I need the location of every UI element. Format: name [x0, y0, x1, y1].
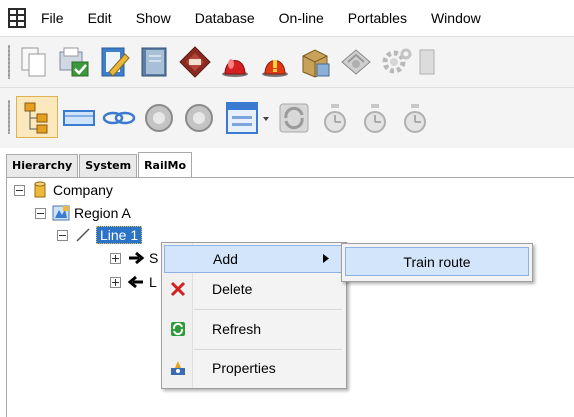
gear-icon[interactable]: [378, 44, 414, 80]
tree-node-child-2[interactable]: L: [110, 272, 157, 292]
rectangle-icon[interactable]: [61, 100, 97, 136]
dropdown-arrow-icon[interactable]: [260, 100, 272, 136]
context-menu-properties-label: Properties: [212, 360, 276, 376]
refresh-icon[interactable]: [276, 100, 312, 136]
tab-hierarchy[interactable]: Hierarchy: [6, 154, 79, 177]
context-menu-delete-label: Delete: [212, 281, 253, 297]
context-menu-properties[interactable]: Properties: [164, 354, 344, 382]
collapse-icon[interactable]: [14, 184, 25, 196]
menu-separator: [194, 309, 342, 310]
context-menu-refresh-label: Refresh: [212, 321, 262, 337]
menu-bar: File Edit Show Database On-line Portable…: [0, 0, 574, 36]
toolbar-grip[interactable]: [8, 100, 10, 134]
back-circle-icon[interactable]: [141, 100, 177, 136]
tree-label-region: Region A: [74, 205, 131, 221]
partial-icon[interactable]: [416, 44, 452, 80]
package-icon[interactable]: [297, 44, 333, 80]
tree-label-child-1: S: [149, 250, 159, 266]
add-icon: [167, 247, 191, 271]
menu-portables[interactable]: Portables: [347, 0, 408, 36]
collapse-icon[interactable]: [35, 207, 46, 219]
main-toolbar: [0, 36, 574, 87]
tab-railmo[interactable]: RailMo: [138, 152, 192, 178]
diamond-icon[interactable]: [177, 44, 213, 80]
menu-file[interactable]: File: [40, 0, 65, 36]
edit-document-icon[interactable]: [97, 44, 133, 80]
context-menu-refresh[interactable]: Refresh: [164, 315, 344, 343]
submenu-train-route-label: Train route: [403, 253, 471, 270]
line-segment-icon: [76, 228, 90, 242]
add-submenu: Train route: [341, 243, 533, 282]
submenu-train-route[interactable]: Train route: [345, 247, 529, 276]
tree-node-line[interactable]: Line 1: [57, 225, 143, 245]
link-icon[interactable]: [101, 100, 137, 136]
tab-system[interactable]: System: [79, 154, 138, 177]
submenu-arrow-icon: [323, 253, 329, 265]
forward-circle-icon[interactable]: [181, 100, 217, 136]
hierarchy-icon[interactable]: [16, 96, 58, 138]
clock-icon[interactable]: [357, 100, 393, 136]
clock-icon[interactable]: [317, 100, 353, 136]
tree-label-line: Line 1: [96, 226, 143, 244]
form-window-icon[interactable]: [224, 100, 260, 136]
menu-edit[interactable]: Edit: [87, 0, 113, 36]
menu-show[interactable]: Show: [135, 0, 172, 36]
clock-icon[interactable]: [397, 100, 433, 136]
properties-icon: [166, 356, 190, 380]
menu-online[interactable]: On-line: [278, 0, 325, 36]
map-icon[interactable]: [338, 44, 374, 80]
secondary-toolbar: [0, 87, 574, 148]
tree-label-company: Company: [53, 182, 113, 198]
context-menu: Add Delete Refresh Properties: [161, 242, 347, 389]
alarm-red-icon[interactable]: [217, 44, 253, 80]
toolbar-grip[interactable]: [8, 45, 10, 79]
context-menu-add[interactable]: Add: [164, 245, 344, 273]
menu-separator: [194, 349, 342, 350]
copy-icon[interactable]: [16, 44, 52, 80]
panel-tabs: Hierarchy System RailMo: [6, 151, 193, 178]
tree-node-child-1[interactable]: S: [110, 248, 158, 268]
expand-icon[interactable]: [110, 276, 121, 288]
arrow-left-icon: [127, 275, 143, 289]
context-menu-delete[interactable]: Delete: [164, 275, 344, 303]
tree-node-region[interactable]: Region A: [35, 203, 131, 223]
expand-icon[interactable]: [110, 252, 121, 264]
menu-window[interactable]: Window: [430, 0, 482, 36]
collapse-icon[interactable]: [57, 229, 68, 241]
app-menu-icon[interactable]: [8, 8, 26, 28]
alarm-orange-icon[interactable]: [257, 44, 293, 80]
context-menu-add-label: Add: [213, 251, 238, 267]
green-refresh-icon: [166, 317, 190, 341]
arrow-right-icon: [129, 251, 145, 265]
menu-database[interactable]: Database: [194, 0, 256, 36]
database-icon: [34, 181, 46, 198]
red-x-icon: [166, 277, 190, 301]
tree-node-company[interactable]: Company: [14, 180, 113, 200]
book-icon[interactable]: [137, 44, 173, 80]
tree-label-child-2: L: [149, 274, 157, 290]
properties-check-icon[interactable]: [56, 44, 92, 80]
region-map-icon: [52, 205, 70, 221]
